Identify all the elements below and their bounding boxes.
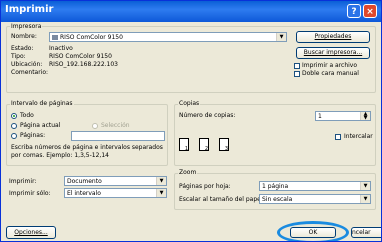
scale-select[interactable]: Sin escala ▼ [259,194,371,204]
zoom-group [174,173,376,210]
collate-page-3: 3 [219,138,229,152]
help-button[interactable]: ? [347,4,361,18]
print-only-value: El intervalo [67,190,101,197]
print-what-label: Imprimir: [9,178,37,185]
collate-checkbox[interactable] [335,134,341,140]
range-pages-radio[interactable] [11,133,17,139]
chevron-down-icon: ▼ [156,189,166,197]
range-hint-line1: Escriba números de página e intervalos s… [11,144,163,151]
find-printer-label: Buscar impresora... [303,49,363,56]
scale-value: Sin escala [262,196,293,203]
print-what-value: Documento [67,178,102,185]
properties-label: Propiedades [314,33,352,40]
range-hint-line2: por comas. Ejemplo: 1,3,5-12,14 [11,152,109,159]
range-all-label: Todo [20,112,34,119]
range-current-label: Página actual [20,122,61,129]
spinner-arrows-icon[interactable]: ▲ ▼ [360,112,370,121]
location-label: Ubicación: [11,61,43,68]
range-current-radio[interactable] [11,123,17,129]
range-pages-label: Páginas: [20,132,46,139]
title-bar: Imprimir ? × [1,1,381,22]
pages-input[interactable] [71,131,165,141]
range-all-radio[interactable] [11,113,17,119]
chevron-down-icon: ▼ [360,182,370,190]
duplex-label: Doble cara manual [302,70,359,77]
print-only-select[interactable]: El intervalo ▼ [64,188,167,198]
cancel-button[interactable]: ncelar [351,227,381,238]
pages-per-sheet-value: 1 página [262,183,289,190]
copies-label: Número de copias: [179,112,236,119]
properties-button[interactable]: Propiedades [296,31,370,43]
printer-name-label: Nombre: [11,33,37,40]
collate-page-1: 1 [179,138,189,152]
status-label: Estado: [11,45,34,52]
comment-label: Comentario: [11,69,49,76]
collate-label: Intercalar [344,133,373,140]
pages-per-sheet-label: Páginas por hoja: [179,183,231,190]
printer-group-title: Impresora [10,23,43,31]
scale-label: Escalar al tamaño del papel: [179,196,265,203]
find-printer-button[interactable]: Buscar impresora... [296,47,370,59]
chevron-down-icon: ▼ [156,177,166,185]
chevron-down-icon: ▼ [360,195,370,203]
copies-title: Copias [178,100,201,108]
range-selection-radio [92,123,98,129]
print-to-file-checkbox[interactable] [294,63,300,69]
printer-icon [52,35,58,40]
range-selection-label: Selección [101,122,130,129]
copies-spinner[interactable]: 1 ▲ ▼ [315,111,371,121]
copies-value: 1 [318,113,322,120]
print-to-file-label: Imprimir a archivo [302,62,358,69]
collate-page-2: 2 [199,138,209,152]
print-what-select[interactable]: Documento ▼ [64,176,167,186]
duplex-checkbox[interactable] [294,71,300,77]
printer-name-value: RISO ComColor 9150 [60,34,123,41]
location-value: RISO_192.168.222.103 [49,61,118,68]
options-label: Opciones... [14,229,48,236]
ok-highlight-ring [277,221,349,241]
print-only-label: Imprimir sólo: [9,190,51,197]
page-range-title: Intervalo de páginas [10,100,74,108]
type-label: Tipo: [11,53,26,60]
printer-name-select[interactable]: RISO ComColor 9150 ▼ [49,32,287,42]
close-button[interactable]: × [363,4,377,18]
print-dialog: Imprimir ? × Impresora Nombre: RISO ComC… [0,0,382,242]
options-button[interactable]: Opciones... [6,226,56,239]
zoom-title: Zoom [178,169,198,177]
status-value: Inactivo [49,45,73,52]
pages-per-sheet-select[interactable]: 1 página ▼ [259,181,371,191]
chevron-down-icon: ▼ [276,33,286,41]
window-title: Imprimir [5,4,54,15]
type-value: RISO ComColor 9150 [49,53,112,60]
